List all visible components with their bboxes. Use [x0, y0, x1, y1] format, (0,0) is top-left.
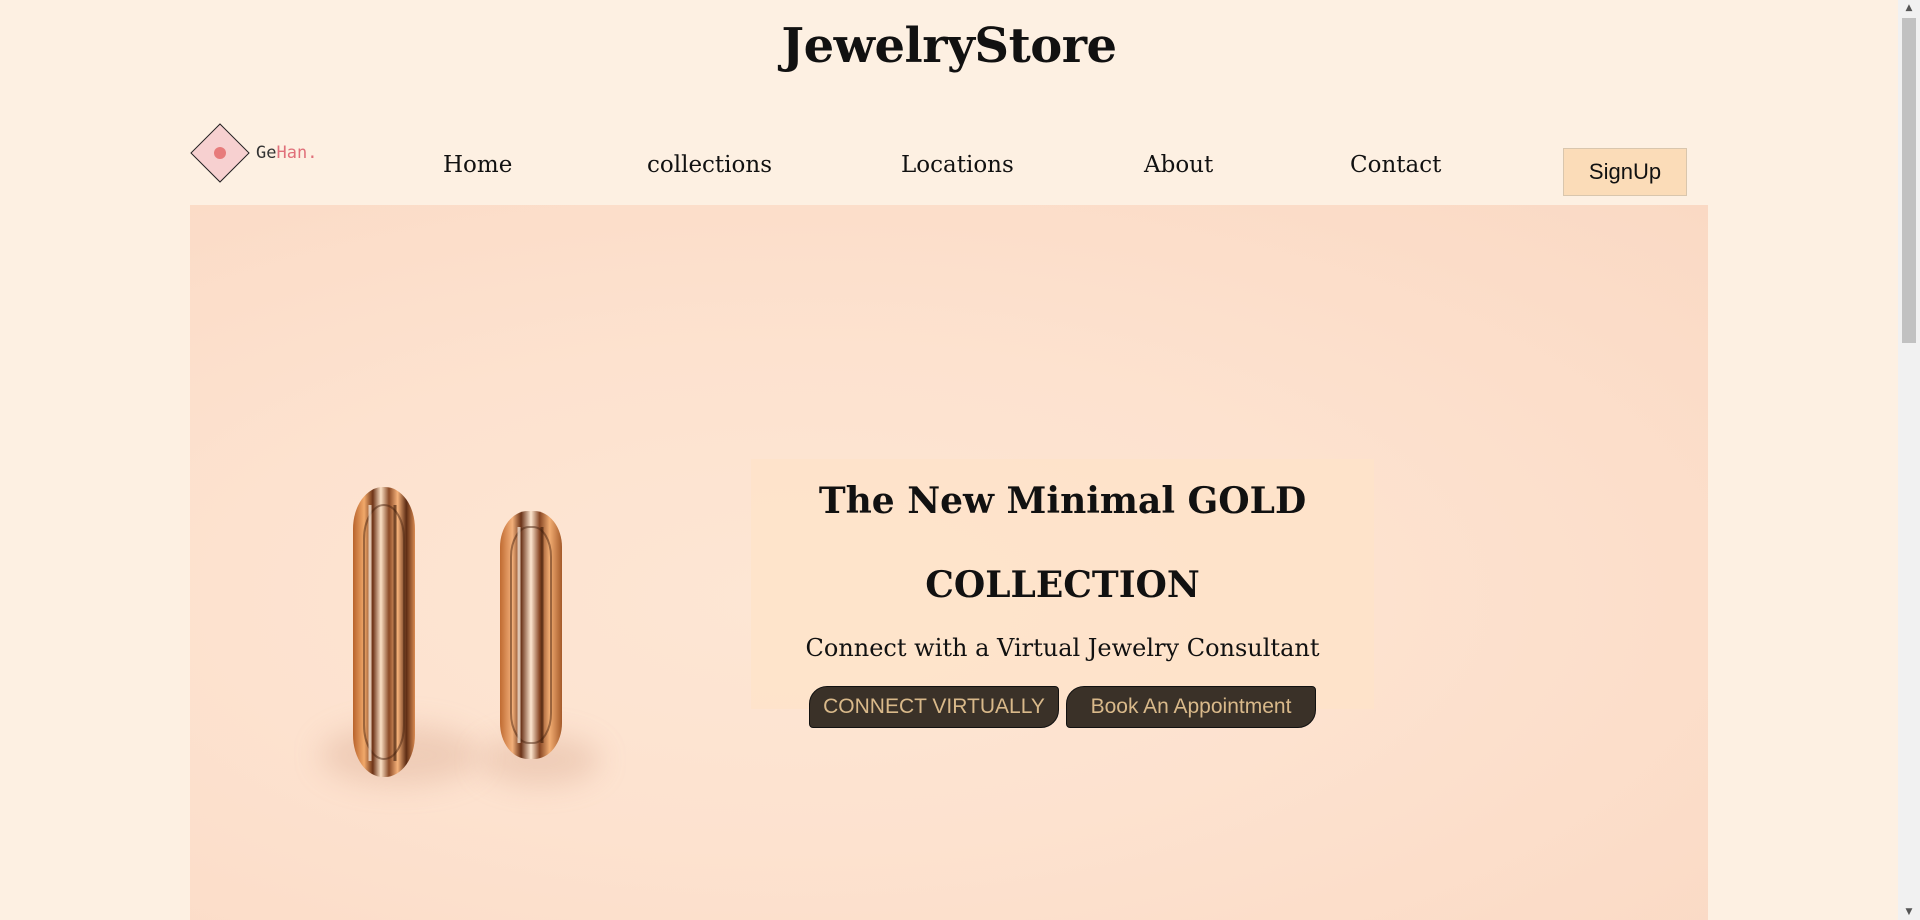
ring-large [353, 487, 415, 777]
connect-virtually-button[interactable]: CONNECT VIRTUALLY [809, 686, 1059, 728]
nav-item-home[interactable]: Home [443, 152, 512, 178]
nav-item-locations[interactable]: Locations [901, 152, 1014, 178]
hero-subheading: Connect with a Virtual Jewelry Consultan… [805, 634, 1320, 662]
triangle-up-icon[interactable]: ▲ [1898, 0, 1920, 16]
page: JewelryStore GeHan. Home collections Loc… [0, 0, 1920, 920]
hero-heading: The New Minimal GOLD COLLECTION [751, 459, 1374, 627]
scrollbar[interactable]: ▲ ▼ [1898, 0, 1920, 920]
hero-card: The New Minimal GOLD COLLECTION Connect … [751, 459, 1374, 709]
nav-item-contact[interactable]: Contact [1350, 152, 1441, 178]
ring-small [500, 511, 562, 759]
hero-heading-line-2: COLLECTION [925, 564, 1200, 606]
scroll-thumb[interactable] [1902, 18, 1916, 343]
triangle-down-icon[interactable]: ▼ [1898, 904, 1920, 920]
hero-heading-line-1: The New Minimal GOLD [818, 480, 1307, 522]
nav-item-about[interactable]: About [1144, 152, 1213, 178]
book-appointment-button[interactable]: Book An Appointment [1066, 686, 1316, 728]
signup-button[interactable]: SignUp [1563, 148, 1687, 196]
site-title: JewelryStore [781, 18, 1117, 74]
nav-item-collections[interactable]: collections [647, 152, 772, 178]
hero-banner: The New Minimal GOLD COLLECTION Connect … [190, 205, 1708, 920]
